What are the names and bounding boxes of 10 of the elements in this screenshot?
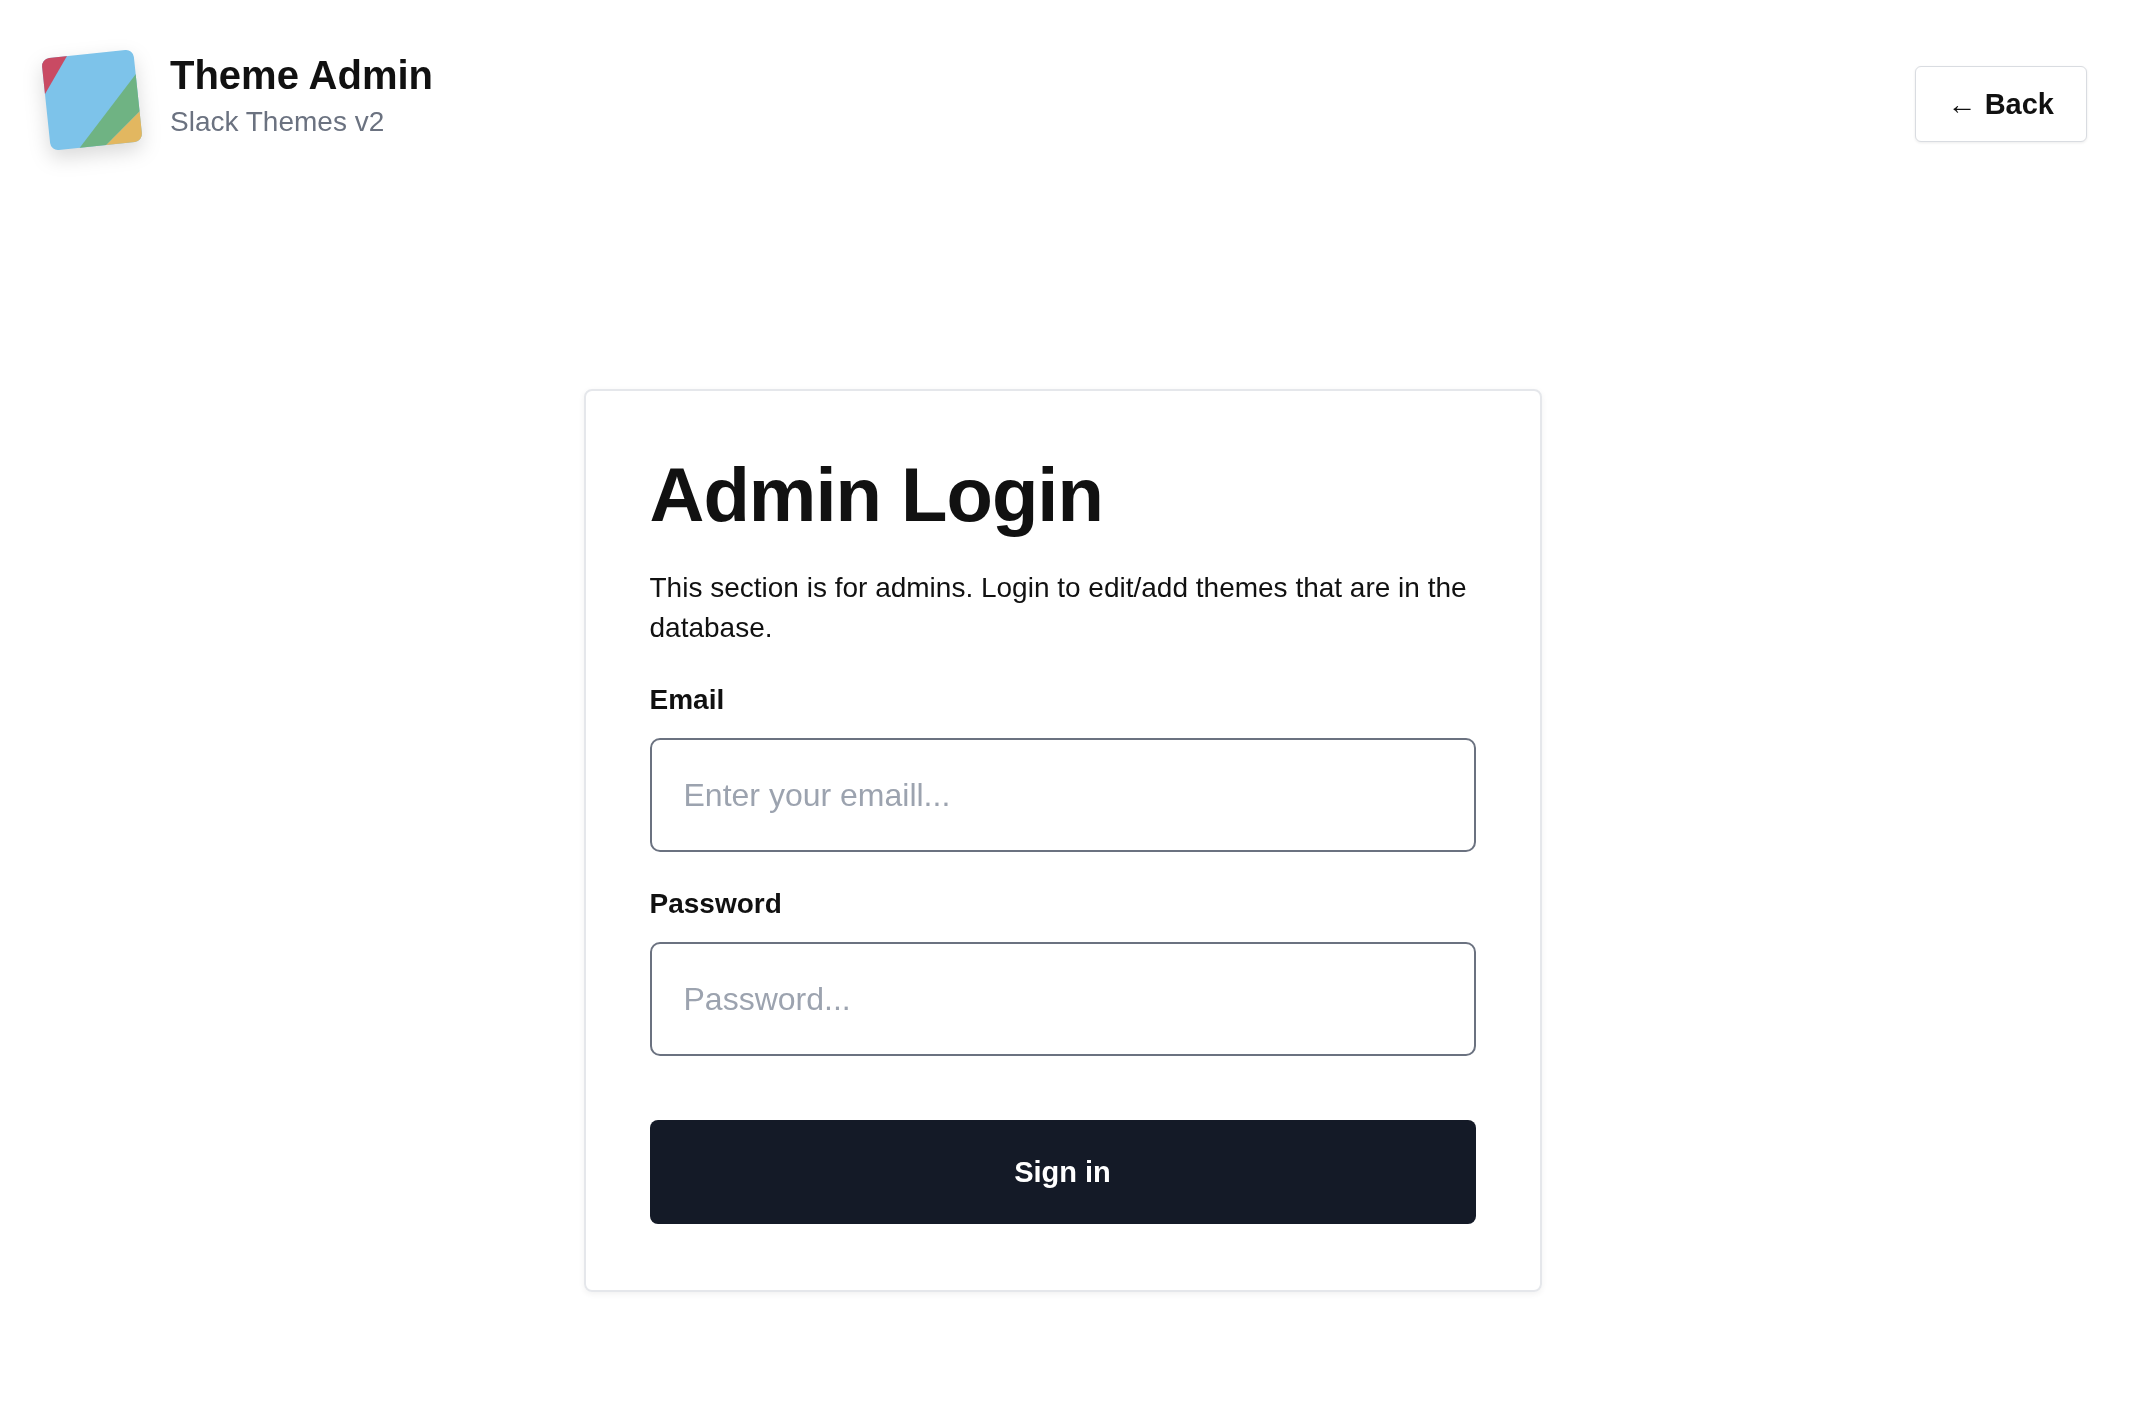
app-subtitle: Slack Themes v2: [170, 105, 386, 138]
input-field[interactable]: Enter your emaill...: [649, 738, 1476, 852]
input-field[interactable]: Password...: [649, 942, 1476, 1056]
login-heading: Admin Login: [649, 451, 1104, 538]
sign-in-button[interactable]: Sign in: [649, 1120, 1476, 1224]
back-button[interactable]: ← Back: [1914, 66, 2087, 142]
field-label: Email: [649, 684, 726, 716]
login-description: This section is for admins. Login to edit/add themes that are in the database.: [649, 571, 1468, 645]
field-label: Password: [649, 888, 783, 920]
app-title: Theme Admin: [170, 52, 433, 98]
